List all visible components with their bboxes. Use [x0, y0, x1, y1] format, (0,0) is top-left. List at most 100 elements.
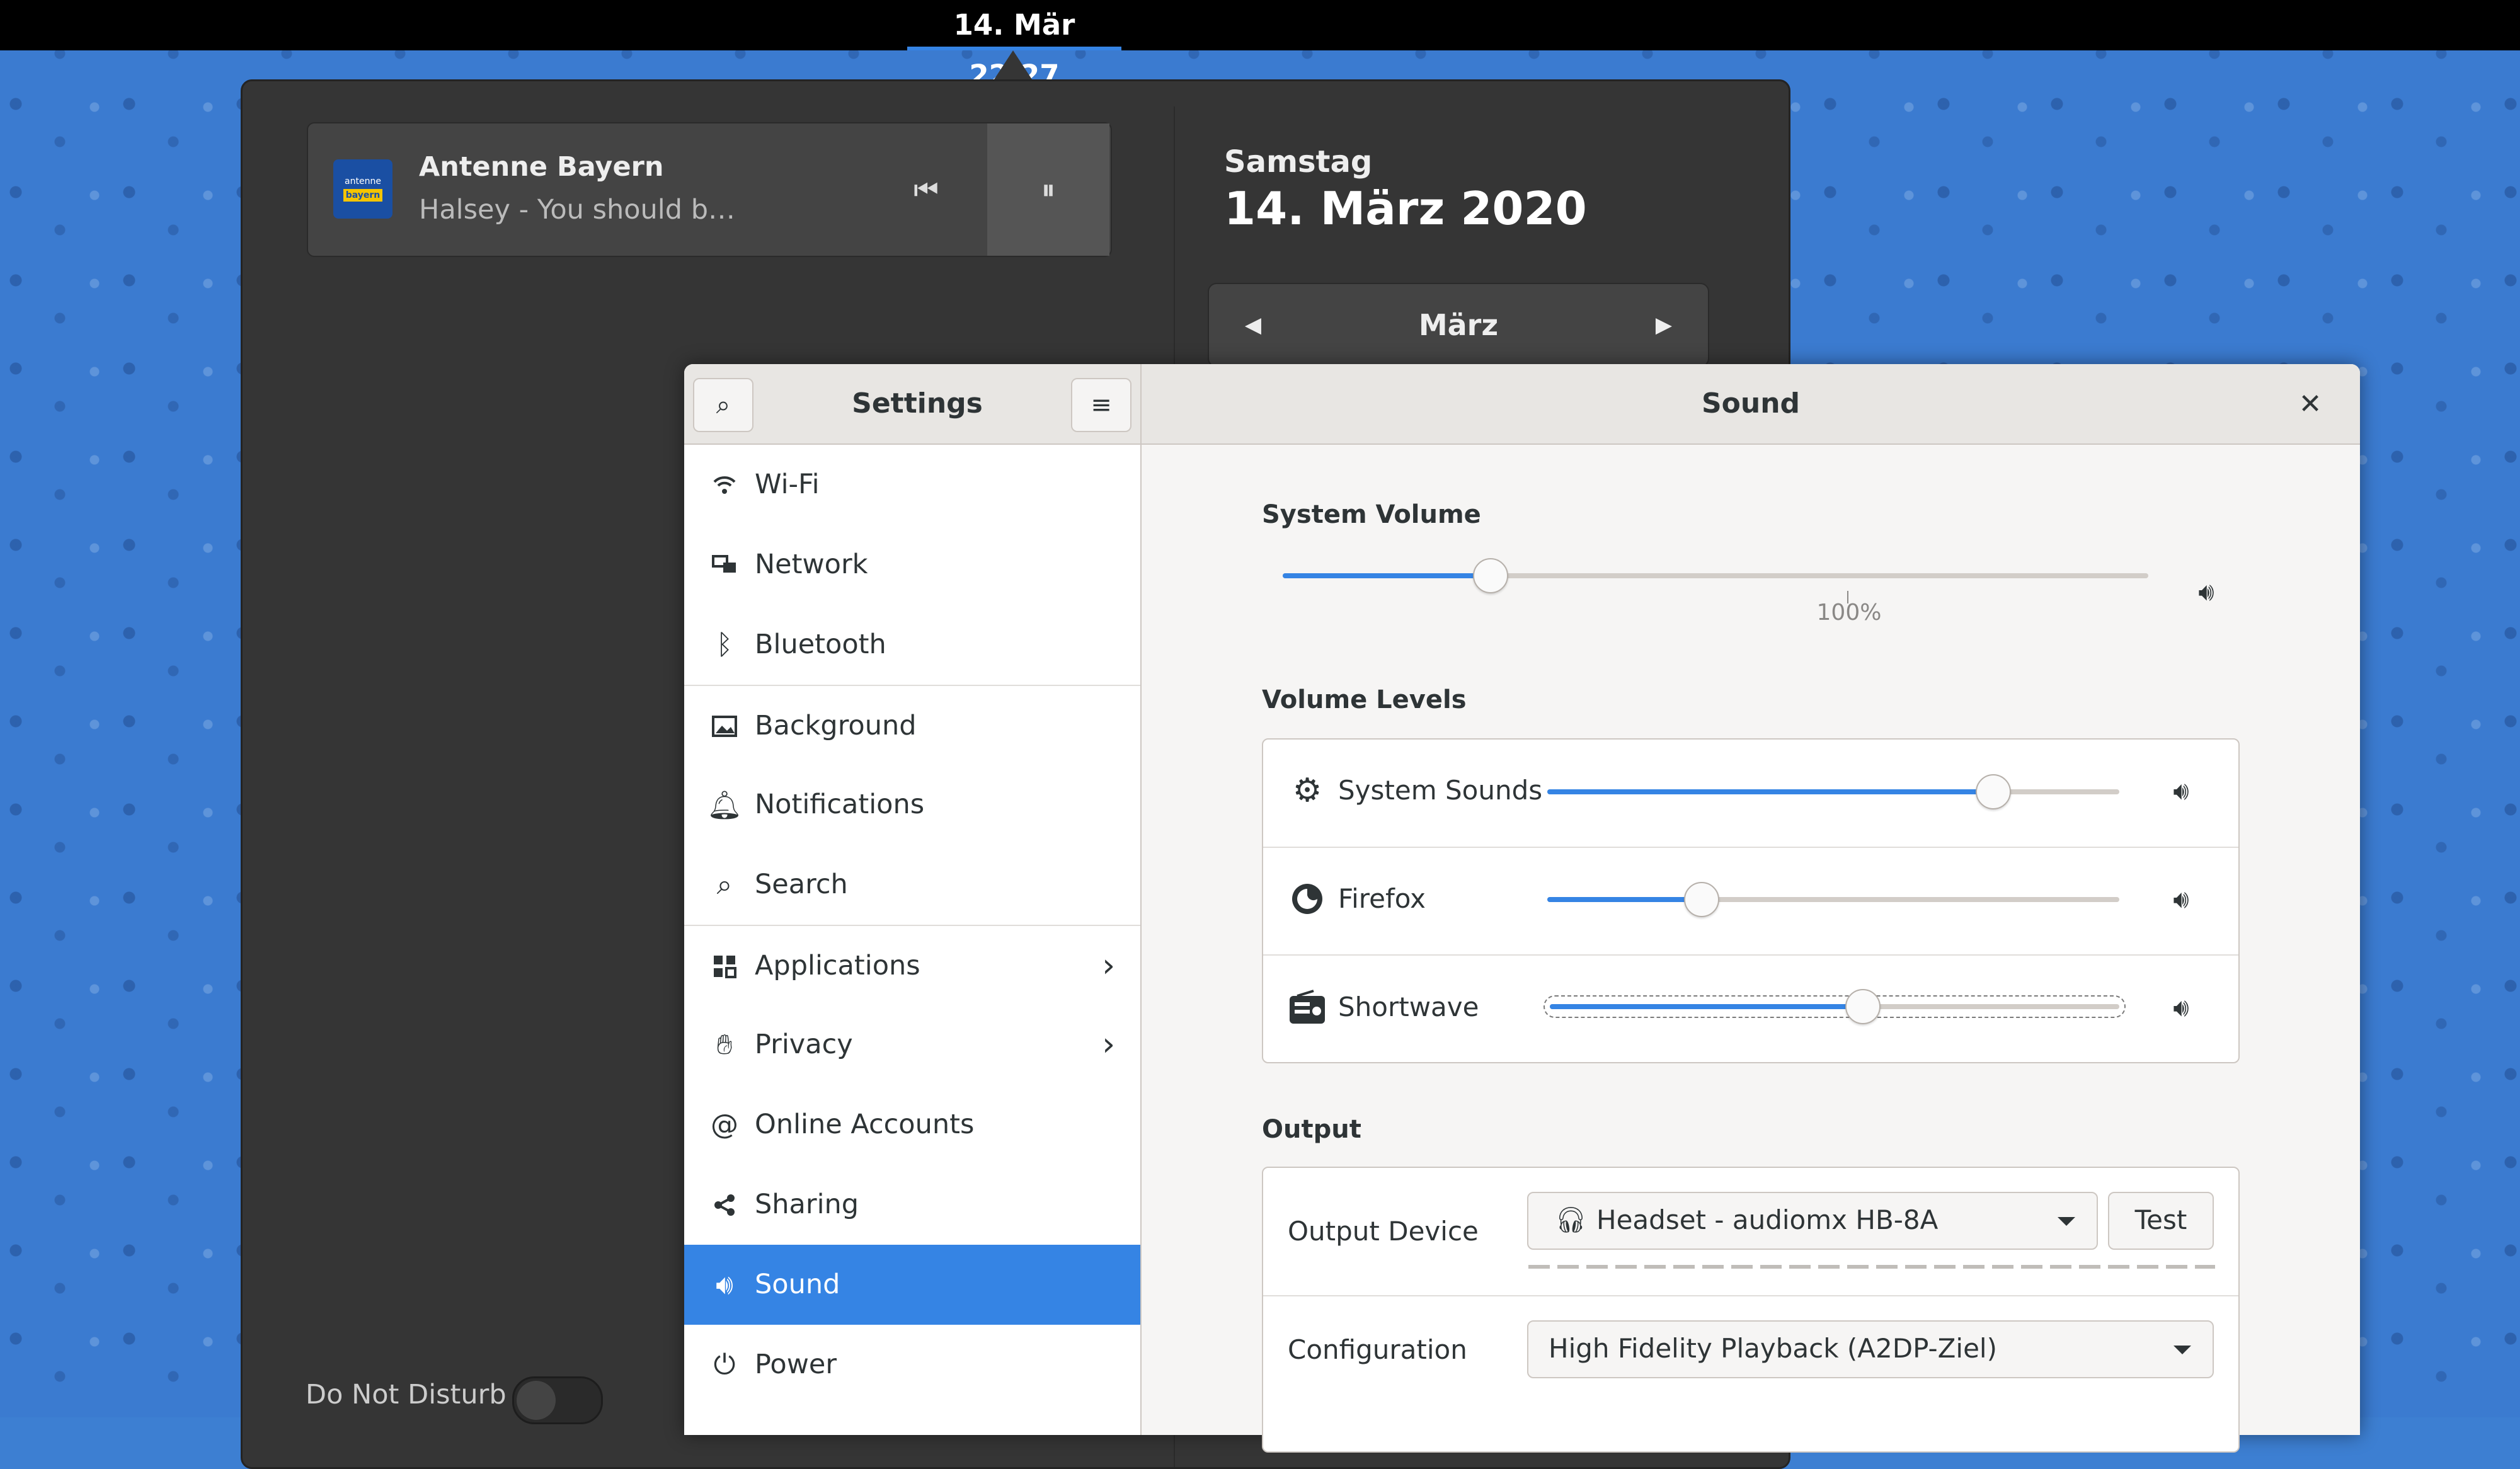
- at-icon: @: [711, 1109, 738, 1141]
- share-icon: [706, 1165, 743, 1245]
- configuration-dropdown[interactable]: High Fidelity Playback (A2DP-Ziel): [1527, 1320, 2214, 1378]
- row-separator: [1263, 847, 2238, 848]
- system-volume-slider[interactable]: [1283, 573, 2148, 578]
- firefox-icon: [1286, 878, 1328, 920]
- sidebar-item-label: Online Accounts: [755, 1109, 975, 1140]
- primary-menu-button[interactable]: ≡: [1071, 378, 1131, 432]
- hand-icon: ✋︎: [716, 1029, 733, 1061]
- sidebar-item-bluetooth[interactable]: ᛒ Bluetooth: [684, 605, 1140, 685]
- skip-previous-icon: ⏮: [914, 173, 939, 206]
- close-icon: ✕: [2298, 387, 2322, 420]
- media-title: Antenne Bayern: [419, 151, 664, 183]
- full-date[interactable]: 14. März 2020: [1224, 182, 1587, 235]
- system-volume-slider-knob[interactable]: [1472, 558, 1508, 593]
- wifi-icon: [706, 445, 743, 525]
- switch-knob: [517, 1381, 556, 1420]
- headphones-icon: 🎧︎: [1555, 1206, 1587, 1235]
- chevron-right-icon: ›: [1102, 947, 1115, 985]
- sidebar-item-power[interactable]: ⏻ Power: [684, 1325, 1140, 1405]
- header-bar: ⌕ Settings ≡ Sound ✕: [684, 364, 2360, 445]
- settings-sidebar: Wi-Fi Network ᛒ Bluetooth Background 🔔︎ …: [684, 445, 1142, 1435]
- slider-fill: [1547, 897, 1702, 902]
- firefox-slider[interactable]: [1547, 897, 2119, 902]
- sidebar-item-wifi[interactable]: Wi-Fi: [684, 445, 1140, 525]
- slider-mark-label: 100%: [1816, 600, 1882, 626]
- triangle-right-icon: ▶: [1655, 312, 1673, 338]
- speaker-icon: 🔊︎: [716, 1269, 733, 1301]
- station-logo-tag: bayern: [343, 189, 383, 202]
- firefox-slider-knob[interactable]: [1684, 882, 1720, 917]
- system-sounds-slider-knob[interactable]: [1976, 774, 2012, 809]
- skip-previous-button[interactable]: ⏮: [865, 123, 987, 256]
- output-device-value: Headset - audiomx HB-8A: [1596, 1204, 1939, 1235]
- top-bar: 14. Mär 22:27: [0, 0, 2520, 92]
- search-icon: ⌕: [716, 391, 731, 420]
- sidebar-item-label: Applications: [755, 950, 920, 981]
- sidebar-item-label: Bluetooth: [755, 629, 886, 660]
- settings-title: Settings: [852, 387, 983, 420]
- sidebar-item-label: Network: [755, 549, 868, 580]
- pause-icon: ⏸: [1041, 173, 1055, 206]
- chevron-down-icon: [2058, 1217, 2075, 1226]
- sidebar-item-sharing[interactable]: Sharing: [684, 1165, 1140, 1245]
- configuration-value: High Fidelity Playback (A2DP-Ziel): [1549, 1333, 1997, 1364]
- sidebar-item-sound[interactable]: 🔊︎ Sound: [684, 1245, 1140, 1325]
- output-device-dropdown[interactable]: 🎧︎ Headset - audiomx HB-8A: [1527, 1192, 2098, 1250]
- next-month-button[interactable]: ▶: [1626, 284, 1702, 366]
- gear-icon: ⚙: [1292, 772, 1322, 809]
- sidebar-item-search[interactable]: ⌕ Search: [684, 845, 1140, 925]
- sidebar-item-privacy[interactable]: ✋︎ Privacy ›: [684, 1005, 1140, 1085]
- volume-icon[interactable]: 🔊︎: [2162, 772, 2200, 810]
- network-icon: [706, 525, 743, 605]
- radio-icon: [1286, 986, 1328, 1028]
- chevron-down-icon: [2174, 1346, 2191, 1354]
- clock-button[interactable]: 14. Mär 22:27: [907, 0, 1121, 92]
- hamburger-icon: ≡: [1091, 391, 1112, 420]
- sidebar-item-label: Search: [755, 869, 848, 900]
- media-subtitle: Halsey - You should b…: [419, 194, 735, 226]
- pause-button[interactable]: ⏸: [987, 123, 1109, 256]
- volume-levels-heading: Volume Levels: [1262, 685, 1467, 714]
- search-button[interactable]: ⌕: [693, 378, 753, 432]
- bluetooth-icon: ᛒ: [716, 629, 733, 661]
- output-device-label: Output Device: [1288, 1216, 1479, 1247]
- row-separator: [1263, 954, 2238, 956]
- system-volume-heading: System Volume: [1262, 500, 1481, 529]
- volume-icon[interactable]: 🔊︎: [2162, 881, 2200, 918]
- sidebar-item-label: Power: [755, 1349, 837, 1380]
- power-icon: ⏻: [713, 1349, 736, 1381]
- test-button[interactable]: Test: [2108, 1192, 2214, 1250]
- sidebar-item-label: Sound: [755, 1269, 840, 1300]
- day-name: Samstag: [1224, 144, 1373, 180]
- sidebar-item-label: Wi-Fi: [755, 469, 820, 500]
- do-not-disturb-label: Do Not Disturb: [306, 1379, 507, 1410]
- month-navigator: März ◀ ▶: [1208, 283, 1709, 367]
- shortwave-slider[interactable]: [1544, 995, 2126, 1018]
- sidebar-item-network[interactable]: Network: [684, 525, 1140, 605]
- search-icon: ⌕: [716, 869, 733, 901]
- slider-fill: [1550, 1004, 1865, 1009]
- panel-title: Sound: [1701, 387, 1801, 420]
- volume-icon[interactable]: 🔊︎: [2162, 989, 2200, 1027]
- sidebar-item-applications[interactable]: Applications ›: [684, 925, 1140, 1006]
- popover-arrow: [994, 50, 1032, 79]
- applications-icon: [706, 926, 743, 1006]
- row-separator: [1263, 1295, 2238, 1296]
- sidebar-item-online-accounts[interactable]: @ Online Accounts: [684, 1085, 1140, 1165]
- shortwave-slider-knob[interactable]: [1845, 989, 1881, 1024]
- output-level-bar: [1528, 1265, 2215, 1269]
- sidebar-item-label: Privacy: [755, 1029, 853, 1060]
- volume-row-label: Firefox: [1338, 883, 1426, 914]
- sidebar-item-notifications[interactable]: 🔔︎ Notifications: [684, 765, 1140, 845]
- previous-month-button[interactable]: ◀: [1215, 284, 1291, 366]
- volume-row-label: System Sounds: [1338, 775, 1543, 806]
- bell-icon: 🔔︎: [707, 789, 742, 821]
- station-logo-text: antenne: [345, 176, 381, 186]
- volume-icon: 🔊︎: [2198, 578, 2214, 607]
- triangle-left-icon: ◀: [1244, 312, 1262, 338]
- close-button[interactable]: ✕: [2286, 379, 2335, 428]
- station-logo: antenne bayern: [333, 159, 392, 219]
- sidebar-item-background[interactable]: Background: [684, 685, 1140, 766]
- system-sounds-slider[interactable]: [1547, 789, 2119, 794]
- slider-fill: [1283, 573, 1491, 578]
